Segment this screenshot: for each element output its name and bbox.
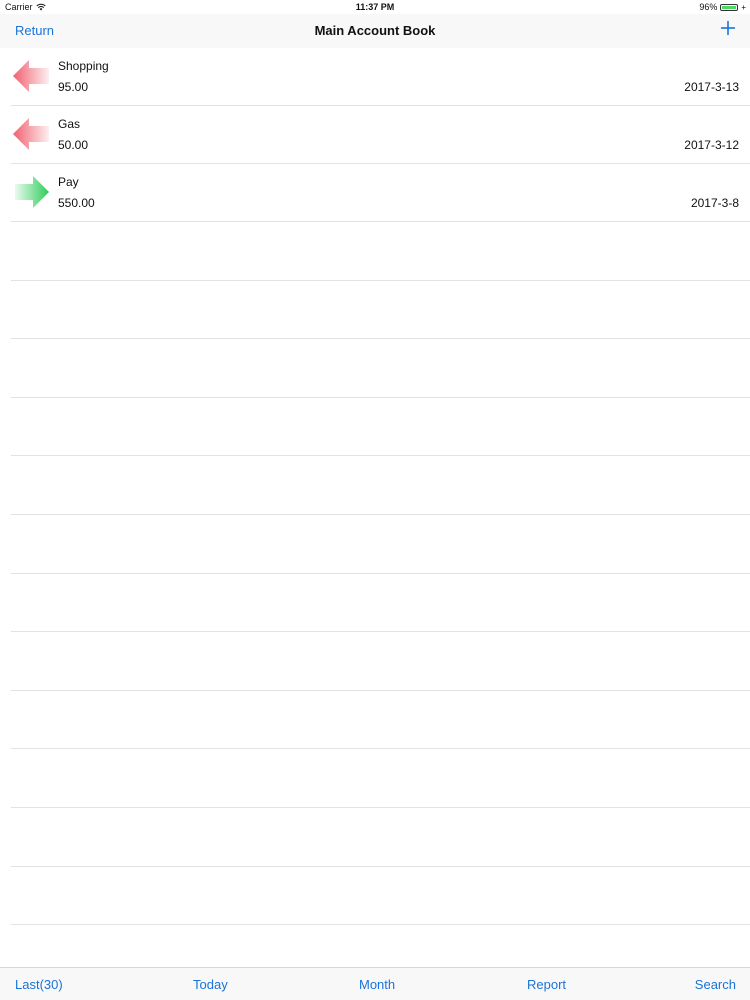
status-bar: Carrier 11:37 PM 96% +: [0, 0, 750, 14]
entry-title: Shopping: [58, 59, 109, 73]
tab-today[interactable]: Today: [193, 977, 228, 992]
empty-row: [11, 456, 750, 515]
empty-row: [11, 808, 750, 867]
plus-icon[interactable]: [720, 20, 736, 36]
status-right: 96% +: [699, 2, 746, 12]
empty-row: [11, 222, 750, 281]
tab-bar: Last(30) Today Month Report Search: [0, 967, 750, 1000]
entry-title: Gas: [58, 117, 81, 131]
return-button[interactable]: Return: [15, 23, 54, 38]
entry-title: Pay: [58, 175, 79, 189]
tab-report[interactable]: Report: [527, 977, 566, 992]
entry-list: Shopping 95.00 2017-3-13 Gas 50.00 2017-…: [0, 48, 750, 984]
charging-icon: +: [741, 2, 746, 12]
entry-date: 2017-3-13: [684, 80, 739, 94]
entry-row[interactable]: Pay 550.00 2017-3-8: [11, 164, 750, 222]
entry-amount: 550.00: [58, 196, 95, 210]
battery-icon: [720, 3, 739, 11]
empty-row: [11, 691, 750, 750]
tab-month[interactable]: Month: [359, 977, 395, 992]
entry-date: 2017-3-8: [690, 196, 739, 210]
arrow-right-icon: [15, 176, 49, 208]
empty-row: [11, 574, 750, 633]
arrow-left-icon: [13, 118, 49, 150]
page-title: Main Account Book: [314, 23, 436, 38]
tab-last-30[interactable]: Last(30): [15, 977, 63, 992]
empty-row: [11, 632, 750, 691]
entry-row[interactable]: Gas 50.00 2017-3-12: [11, 106, 750, 164]
entry-row[interactable]: Shopping 95.00 2017-3-13: [11, 48, 750, 106]
navigation-bar: Return Main Account Book: [0, 14, 750, 48]
empty-row: [11, 398, 750, 457]
status-time: 11:37 PM: [355, 2, 395, 12]
empty-row: [11, 339, 750, 398]
arrow-left-icon: [13, 60, 49, 92]
battery-level-fill: [722, 5, 736, 9]
empty-row: [11, 281, 750, 340]
battery-percent: 96%: [699, 2, 718, 12]
empty-row: [11, 867, 750, 926]
entry-amount: 50.00: [58, 138, 89, 152]
empty-row: [11, 515, 750, 574]
empty-row: [11, 749, 750, 808]
entry-amount: 95.00: [58, 80, 89, 94]
tab-search[interactable]: Search: [695, 977, 736, 992]
entry-date: 2017-3-12: [684, 138, 739, 152]
